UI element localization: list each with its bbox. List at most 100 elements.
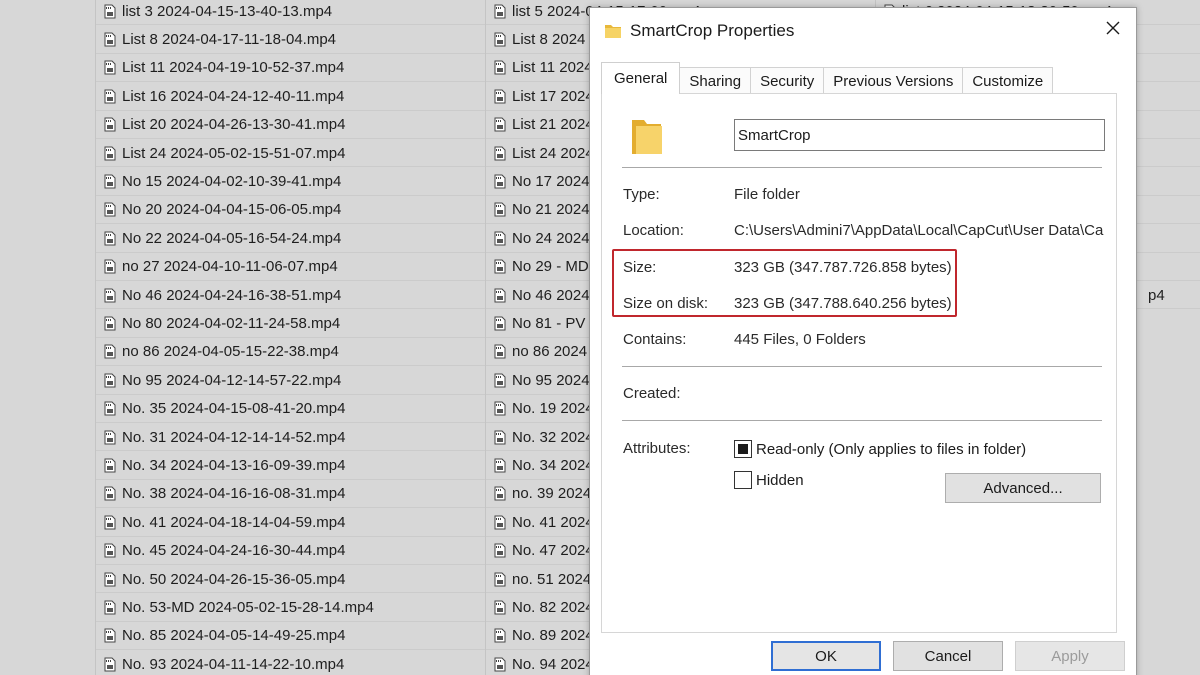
contains-value: 445 Files, 0 Folders xyxy=(734,331,866,348)
file-name: List 11 2024 xyxy=(512,59,593,77)
file-name: No. 19 2024 xyxy=(512,400,594,418)
video-file-icon xyxy=(492,202,508,218)
file-list-item[interactable]: No. 50 2024-04-26-15-36-05.mp4 xyxy=(96,565,485,593)
readonly-checkbox-row[interactable]: Read-only (Only applies to files in fold… xyxy=(734,440,1026,458)
folder-name-input[interactable] xyxy=(734,119,1105,151)
file-name: No. 89 2024 xyxy=(512,627,594,645)
video-file-icon xyxy=(492,344,508,360)
readonly-checkbox[interactable] xyxy=(734,440,752,458)
folder-icon xyxy=(604,22,622,45)
hidden-checkbox-row[interactable]: Hidden xyxy=(734,471,804,489)
file-name: No. 35 2024-04-15-08-41-20.mp4 xyxy=(122,400,346,418)
size-on-disk-value: 323 GB (347.788.640.256 bytes) xyxy=(734,295,952,312)
video-file-icon xyxy=(492,173,508,189)
video-file-icon xyxy=(492,429,508,445)
video-file-icon xyxy=(102,344,118,360)
tab-previous-versions[interactable]: Previous Versions xyxy=(823,67,964,94)
video-file-icon xyxy=(102,60,118,76)
close-icon[interactable] xyxy=(1105,20,1121,41)
video-file-icon xyxy=(492,31,508,47)
hidden-checkbox[interactable] xyxy=(734,471,752,489)
video-file-icon xyxy=(102,543,118,559)
file-list-item[interactable]: No 46 2024-04-24-16-38-51.mp4 xyxy=(96,281,485,309)
file-list-item[interactable]: No. 45 2024-04-24-16-30-44.mp4 xyxy=(96,537,485,565)
video-file-icon xyxy=(102,117,118,133)
file-list-item[interactable]: No. 35 2024-04-15-08-41-20.mp4 xyxy=(96,395,485,423)
file-name: No 46 2024-04-24-16-38-51.mp4 xyxy=(122,286,342,304)
video-file-icon xyxy=(492,401,508,417)
file-list-item[interactable]: No. 38 2024-04-16-16-08-31.mp4 xyxy=(96,480,485,508)
video-file-icon xyxy=(492,656,508,672)
location-label: Location: xyxy=(623,222,684,239)
general-tab-panel: Type: File folder Location: C:\Users\Adm… xyxy=(601,93,1117,633)
file-list-item[interactable]: List 24 2024-05-02-15-51-07.mp4 xyxy=(96,139,485,167)
file-name: No 21 2024 xyxy=(512,201,590,219)
file-list-item[interactable]: No 20 2024-04-04-15-06-05.mp4 xyxy=(96,196,485,224)
video-file-icon xyxy=(102,230,118,246)
video-file-icon xyxy=(492,315,508,331)
file-list-item[interactable]: List 20 2024-04-26-13-30-41.mp4 xyxy=(96,111,485,139)
file-list-item[interactable]: No. 41 2024-04-18-14-04-59.mp4 xyxy=(96,508,485,536)
file-name: No. 93 2024-04-11-14-22-10.mp4 xyxy=(122,655,345,673)
file-list-item[interactable]: No 80 2024-04-02-11-24-58.mp4 xyxy=(96,309,485,337)
file-list-item[interactable]: list 3 2024-04-15-13-40-13.mp4 xyxy=(96,0,485,25)
file-name: No. 47 2024 xyxy=(512,542,594,560)
cancel-button[interactable]: Cancel xyxy=(893,641,1003,671)
file-name: List 17 2024 xyxy=(512,87,594,105)
file-list-item[interactable]: No. 53-MD 2024-05-02-15-28-14.mp4 xyxy=(96,593,485,621)
video-file-icon xyxy=(102,599,118,615)
video-file-icon xyxy=(102,287,118,303)
video-file-icon xyxy=(492,88,508,104)
file-list-item[interactable]: No. 85 2024-04-05-14-49-25.mp4 xyxy=(96,622,485,650)
file-name: No. 41 2024-04-18-14-04-59.mp4 xyxy=(122,513,346,531)
file-name: No 46 2024 xyxy=(512,286,590,304)
close-button[interactable] xyxy=(1096,14,1130,46)
file-name: no. 39 2024 xyxy=(512,485,592,503)
file-name: No. 38 2024-04-16-16-08-31.mp4 xyxy=(122,485,346,503)
file-list-item[interactable]: No. 31 2024-04-12-14-14-52.mp4 xyxy=(96,423,485,451)
created-label: Created: xyxy=(623,385,681,402)
tab-general[interactable]: General xyxy=(601,62,681,94)
file-name: List 21 2024 xyxy=(512,116,594,134)
tab-strip: General Sharing Security Previous Versio… xyxy=(601,62,1054,94)
video-file-icon xyxy=(102,429,118,445)
file-list-item[interactable]: No 95 2024-04-12-14-57-22.mp4 xyxy=(96,366,485,394)
indeterminate-mark xyxy=(738,444,748,454)
file-name: No. 85 2024-04-05-14-49-25.mp4 xyxy=(122,627,346,645)
file-list-item[interactable]: No 15 2024-04-02-10-39-41.mp4 xyxy=(96,167,485,195)
file-list-item[interactable]: No 22 2024-04-05-16-54-24.mp4 xyxy=(96,224,485,252)
advanced-button[interactable]: Advanced... xyxy=(945,473,1101,503)
file-list-item[interactable]: No. 34 2024-04-13-16-09-39.mp4 xyxy=(96,451,485,479)
file-name: No. 82 2024 xyxy=(512,598,594,616)
file-list-item[interactable]: List 8 2024-04-17-11-18-04.mp4 xyxy=(96,25,485,53)
dialog-titlebar: SmartCrop Properties xyxy=(590,8,1136,54)
video-file-icon xyxy=(102,372,118,388)
separator xyxy=(622,366,1102,367)
location-value: C:\Users\Admini7\AppData\Local\CapCut\Us… xyxy=(734,222,1104,239)
file-list-item[interactable]: no 27 2024-04-10-11-06-07.mp4 xyxy=(96,253,485,281)
video-file-icon xyxy=(102,571,118,587)
file-list-item[interactable]: List 16 2024-04-24-12-40-11.mp4 xyxy=(96,82,485,110)
file-name: No. 34 2024 xyxy=(512,456,594,474)
folder-large-icon xyxy=(630,116,664,161)
file-list-item[interactable]: No. 93 2024-04-11-14-22-10.mp4 xyxy=(96,650,485,675)
video-file-icon xyxy=(492,259,508,275)
video-file-icon xyxy=(492,457,508,473)
tab-customize[interactable]: Customize xyxy=(962,67,1054,94)
file-list-item[interactable]: no 86 2024-04-05-15-22-38.mp4 xyxy=(96,338,485,366)
file-list-item[interactable]: List 11 2024-04-19-10-52-37.mp4 xyxy=(96,54,485,82)
size-value: 323 GB (347.787.726.858 bytes) xyxy=(734,259,952,276)
video-file-icon xyxy=(492,486,508,502)
file-name: No 29 - MD xyxy=(512,258,589,276)
tab-security[interactable]: Security xyxy=(750,67,825,94)
ok-button[interactable]: OK xyxy=(771,641,881,671)
file-list-column-1: list 3 2024-04-15-13-40-13.mp4 List 8 202… xyxy=(95,0,485,675)
readonly-label: Read-only (Only applies to files in fold… xyxy=(756,440,1027,458)
file-name: No. 32 2024 xyxy=(512,428,594,446)
file-name: no 86 2024-04-05-15-22-38.mp4 xyxy=(122,343,339,361)
apply-button[interactable]: Apply xyxy=(1015,641,1125,671)
video-file-icon xyxy=(102,514,118,530)
separator xyxy=(622,167,1102,168)
attributes-label: Attributes: xyxy=(623,440,691,457)
tab-sharing[interactable]: Sharing xyxy=(679,67,752,94)
